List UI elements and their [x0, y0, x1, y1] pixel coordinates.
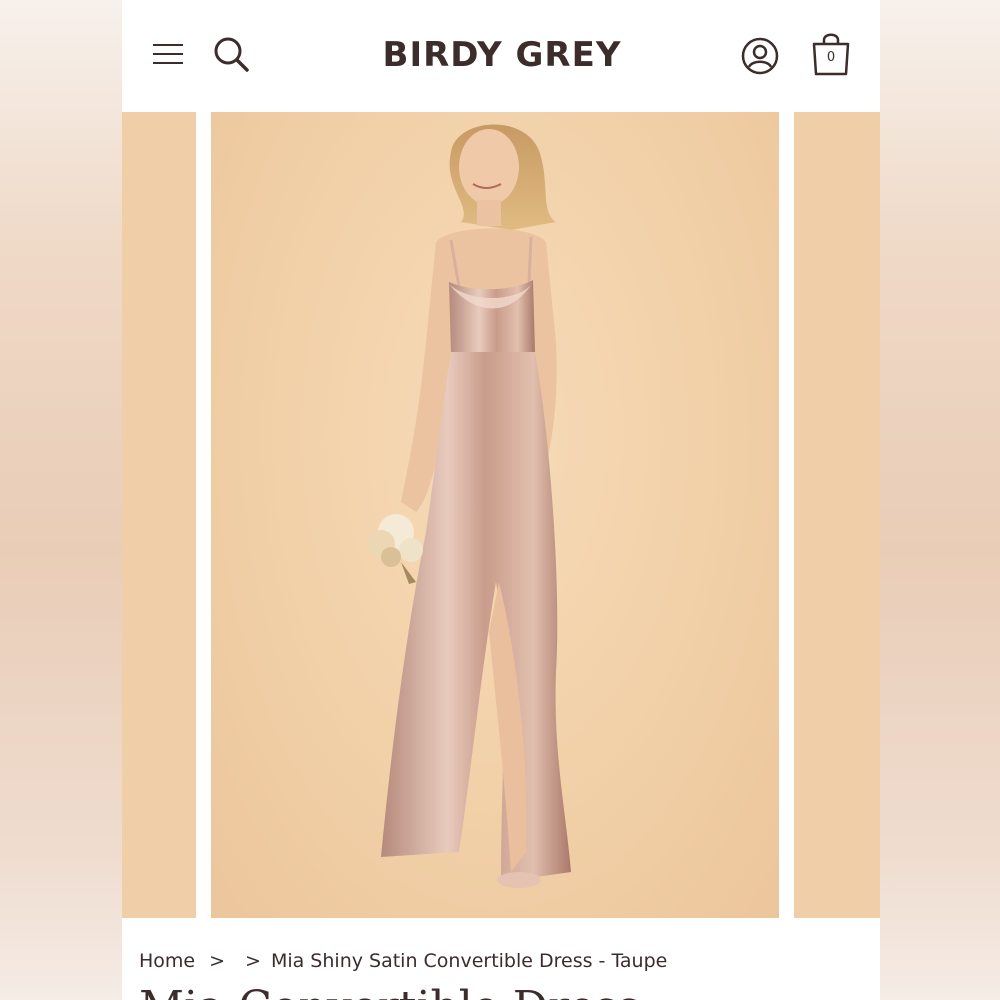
previous-slide[interactable] — [122, 112, 196, 918]
brand-logo[interactable]: BIRDY GREY — [302, 30, 702, 80]
product-title: Mia Convertible Dress — [139, 982, 879, 1000]
mobile-page: BIRDY GREY 0 Home > > Mia Shiny Satin Co… — [122, 0, 880, 1000]
breadcrumb-home-link[interactable]: Home — [139, 950, 195, 972]
search-button[interactable] — [211, 34, 251, 74]
search-icon — [214, 37, 249, 72]
breadcrumb-current: Mia Shiny Satin Convertible Dress - Taup… — [270, 950, 668, 972]
product-image-carousel[interactable] — [122, 112, 880, 918]
background-blur-left — [0, 0, 122, 1000]
cart-count-badge: 0 — [826, 50, 836, 65]
account-button[interactable] — [739, 35, 781, 77]
next-slide[interactable] — [794, 112, 880, 918]
model-photo-illustration — [367, 124, 571, 888]
background-blur-right — [880, 0, 1000, 1000]
menu-button[interactable] — [148, 34, 188, 74]
product-image[interactable] — [211, 112, 779, 918]
cart-button[interactable]: 0 — [809, 30, 853, 78]
breadcrumb-separator: > — [209, 950, 226, 972]
hamburger-menu-icon — [153, 44, 183, 64]
breadcrumb-separator: > — [245, 950, 261, 972]
account-icon — [741, 37, 779, 75]
site-header: BIRDY GREY 0 — [122, 0, 880, 110]
breadcrumb: Home > > Mia Shiny Satin Convertible Dre… — [139, 946, 667, 976]
